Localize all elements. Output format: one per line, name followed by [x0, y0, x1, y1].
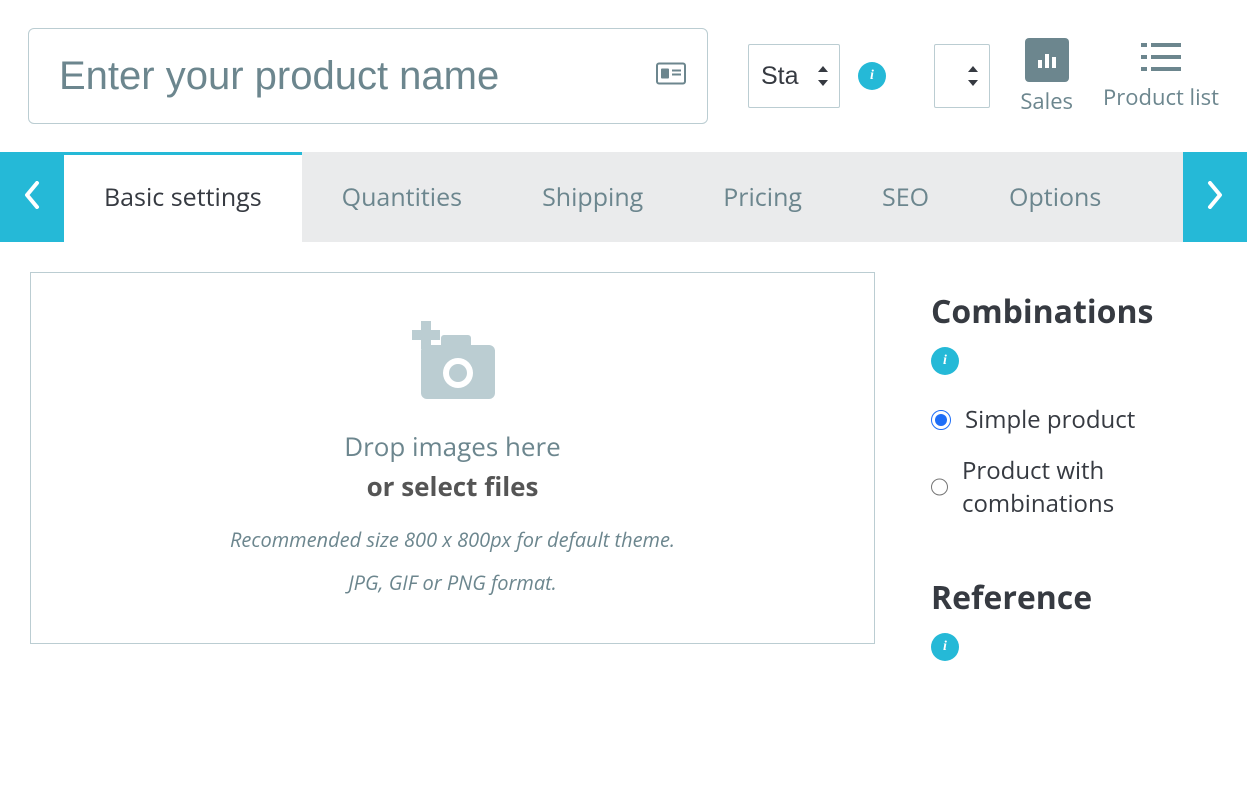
tabs-scroll-right[interactable]: [1183, 152, 1247, 242]
info-icon[interactable]: i: [931, 347, 959, 375]
info-icon[interactable]: i: [858, 62, 886, 90]
tab-seo[interactable]: SEO: [842, 152, 969, 242]
list-icon: [1141, 41, 1181, 78]
id-card-icon: [656, 63, 686, 90]
tab-label: Pricing: [723, 180, 802, 214]
radio-product-combinations-input[interactable]: [931, 477, 948, 497]
tab-options[interactable]: Options: [969, 152, 1141, 242]
type-select-group: Sta i: [748, 44, 886, 108]
radio-product-combinations[interactable]: Product with combinations: [931, 454, 1217, 520]
secondary-select-wrap: [934, 44, 990, 108]
radio-simple-product[interactable]: Simple product: [931, 403, 1217, 436]
chevron-right-icon: [1206, 181, 1224, 214]
dropzone-hint-format: JPG, GIF or PNG format.: [348, 569, 557, 596]
info-icon[interactable]: i: [931, 633, 959, 661]
radio-simple-product-input[interactable]: [931, 410, 951, 430]
combinations-heading: Combinations: [931, 290, 1217, 333]
sales-button[interactable]: Sales: [1020, 38, 1073, 114]
product-name-field-wrap: [28, 28, 708, 124]
tabs-container: Basic settings Quantities Shipping Prici…: [0, 152, 1247, 747]
radio-label: Simple product: [965, 403, 1135, 436]
tabs-scroll-left[interactable]: [0, 152, 64, 242]
product-type-select[interactable]: Sta: [748, 44, 840, 108]
tab-basic-settings[interactable]: Basic settings: [64, 152, 302, 242]
secondary-select[interactable]: [934, 44, 990, 108]
tab-pricing[interactable]: Pricing: [683, 152, 842, 242]
dropzone-subtitle: or select files: [367, 468, 539, 504]
combinations-section: Combinations i Simple product Product wi…: [931, 290, 1217, 520]
tab-label: SEO: [882, 180, 929, 214]
sales-label: Sales: [1020, 88, 1073, 114]
product-name-input[interactable]: [28, 28, 708, 124]
tab-label: Shipping: [542, 180, 643, 214]
tab-content: Drop images here or select files Recomme…: [0, 242, 1247, 747]
header: Sta i Sales: [0, 0, 1247, 152]
dropzone-title: Drop images here: [344, 428, 561, 464]
dropzone-hint-size: Recommended size 800 x 800px for default…: [230, 526, 675, 553]
tab-label: Quantities: [342, 180, 462, 214]
tab-label: Options: [1009, 180, 1101, 214]
image-dropzone[interactable]: Drop images here or select files Recomme…: [30, 272, 875, 644]
camera-plus-icon: [403, 321, 503, 410]
reference-heading: Reference: [931, 576, 1217, 619]
radio-label: Product with combinations: [962, 454, 1217, 520]
bar-chart-icon: [1025, 38, 1069, 82]
header-right-group: Sales Product list: [934, 38, 1219, 114]
tab-label: Basic settings: [104, 180, 262, 214]
tabs-list: Basic settings Quantities Shipping Prici…: [64, 152, 1183, 242]
product-type-select-wrap: Sta: [748, 44, 840, 108]
product-list-label: Product list: [1103, 84, 1219, 110]
side-panel: Combinations i Simple product Product wi…: [931, 272, 1217, 717]
reference-section: Reference i: [931, 576, 1217, 661]
product-list-button[interactable]: Product list: [1103, 41, 1219, 111]
tab-shipping[interactable]: Shipping: [502, 152, 683, 242]
tab-quantities[interactable]: Quantities: [302, 152, 502, 242]
chevron-left-icon: [23, 181, 41, 214]
